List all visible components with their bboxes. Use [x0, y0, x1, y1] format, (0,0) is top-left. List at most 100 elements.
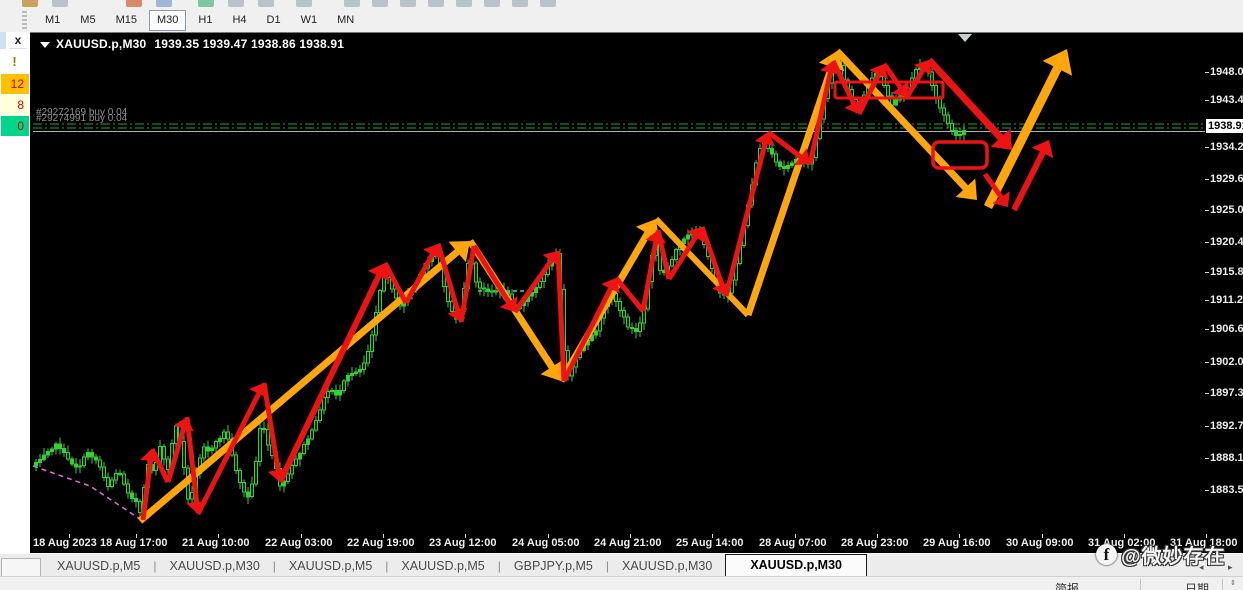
chart-ohlc-values: 1939.35 1939.47 1938.86 1938.91 — [154, 37, 345, 51]
price-axis-tick — [1205, 329, 1209, 330]
toolbar-icon[interactable] — [52, 0, 68, 7]
time-axis-label: 21 Aug 10:00 — [182, 537, 250, 549]
time-axis-label: 18 Aug 2023 — [33, 537, 97, 549]
close-panel-button[interactable]: x — [9, 34, 27, 49]
time-axis-label: 28 Aug 07:00 — [759, 537, 827, 549]
toolbar-icon[interactable] — [372, 0, 388, 7]
current-price-label: 1938.91 — [1206, 119, 1243, 133]
time-axis-tick — [136, 534, 137, 538]
price-axis-tick — [1205, 179, 1209, 180]
toolbar-icon[interactable] — [512, 0, 528, 7]
price-axis-label: 1897.30 — [1210, 387, 1243, 399]
chart-tab-6[interactable]: XAUUSD.p,M30 — [725, 554, 867, 577]
chart-tab-bar: XAUUSD.p,M5 | XAUUSD.p,M30 | XAUUSD.p,M5 | XAU… — [0, 553, 1243, 577]
price-axis-label: 1892.70 — [1210, 420, 1243, 432]
timeframe-button-m30[interactable]: M30 — [148, 9, 187, 31]
time-axis-tick — [1042, 534, 1043, 538]
timeframe-button-h1[interactable]: H1 — [190, 10, 220, 31]
toolbar-icon[interactable] — [258, 0, 274, 7]
chart-dropdown-triangle-icon[interactable] — [40, 42, 50, 48]
price-axis-label: 1883.50 — [1210, 484, 1243, 496]
price-axis-label: 1915.80 — [1210, 266, 1243, 278]
chart-tab-3[interactable]: XAUUSD.p,M5 — [388, 556, 497, 577]
price-axis-tick — [1205, 458, 1209, 459]
price-axis-label: 1948.00 — [1210, 66, 1243, 78]
toolbar-icon[interactable] — [296, 0, 312, 7]
status-bar: 简报 日期 ⇕ — [0, 576, 1243, 590]
price-axis-tick — [1205, 426, 1209, 427]
time-axis-tick — [795, 534, 796, 538]
timeframe-button-d1[interactable]: D1 — [259, 10, 289, 31]
time-axis-label: 28 Aug 23:00 — [841, 537, 909, 549]
signal-count-badge: 8 — [1, 95, 29, 115]
tabs-scroll-right-button[interactable]: ▸ — [1228, 562, 1233, 573]
price-axis-tick — [1205, 490, 1209, 491]
time-axis-tick — [959, 534, 960, 538]
toolbar-icon[interactable] — [400, 0, 416, 7]
timeframe-button-h4[interactable]: H4 — [224, 10, 254, 31]
time-axis-tick — [69, 534, 70, 538]
watermark: f @微妙存在 — [1096, 540, 1226, 569]
time-axis-label: 18 Aug 17:00 — [100, 537, 168, 549]
chart-tab-1[interactable]: XAUUSD.p,M30 — [156, 556, 272, 577]
time-axis-label: 25 Aug 14:00 — [676, 537, 744, 549]
price-axis-label: 1888.10 — [1210, 452, 1243, 464]
status-bar-separator — [1222, 579, 1223, 590]
time-axis-label: 30 Aug 09:00 — [1006, 537, 1074, 549]
time-axis-label: 22 Aug 03:00 — [265, 537, 333, 549]
watermark-handle: @微妙存在 — [1121, 546, 1226, 568]
price-axis-tick — [1205, 272, 1209, 273]
toolbar: M1 M5 M15 M30 H1 H4 D1 W1 MN — [0, 0, 1243, 33]
timeframe-button-w1[interactable]: W1 — [293, 10, 326, 31]
alert-exclamation-icon: ! — [12, 54, 17, 69]
chart-tab-2[interactable]: XAUUSD.p,M5 — [276, 556, 385, 577]
time-axis-tick — [218, 534, 219, 538]
order-label-2: #29274991 buy 0.04 — [36, 113, 128, 124]
time-axis-tick — [465, 534, 466, 538]
signal-count-badge: 0 — [1, 116, 29, 136]
chart-canvas[interactable] — [30, 32, 1243, 554]
timeframe-button-m5[interactable]: M5 — [72, 10, 103, 31]
time-axis-tick — [1124, 534, 1125, 538]
time-axis-tick — [1206, 534, 1207, 538]
price-axis-label: 1906.60 — [1210, 323, 1243, 335]
toolbar-icon[interactable] — [456, 0, 472, 7]
toolbar-icon[interactable] — [344, 0, 360, 7]
toolbar-grip-handle[interactable] — [22, 11, 27, 29]
toolbar-icon[interactable] — [484, 0, 500, 7]
time-axis-tick — [548, 534, 549, 538]
time-axis-tick — [712, 534, 713, 538]
price-axis-label: 1911.20 — [1210, 294, 1243, 306]
time-axis-tick — [301, 534, 302, 538]
price-axis-tick — [1205, 210, 1209, 211]
chart-tab-4[interactable]: GBPJPY.p,M5 — [501, 556, 606, 577]
facebook-icon: f — [1096, 544, 1117, 565]
toolbar-icon[interactable] — [428, 0, 444, 7]
toolbar-icon[interactable] — [22, 0, 38, 7]
price-axis-tick — [1205, 393, 1209, 394]
time-axis-label: 22 Aug 19:00 — [347, 537, 415, 549]
toolbar-icon[interactable] — [126, 0, 142, 7]
time-axis-label: 29 Aug 16:00 — [923, 537, 991, 549]
time-axis-label: 24 Aug 05:00 — [512, 537, 580, 549]
chart-tab-5[interactable]: XAUUSD.p,M30 — [609, 556, 725, 577]
toolbar-icon[interactable] — [228, 0, 244, 7]
timeframe-button-m1[interactable]: M1 — [37, 10, 68, 31]
toolbar-icon[interactable] — [156, 0, 172, 7]
timeframe-button-m15[interactable]: M15 — [108, 10, 145, 31]
chart-title: XAUUSD.p,M30 1939.35 1939.47 1938.86 1938… — [40, 37, 344, 51]
left-panel: x ! 12 8 0 — [0, 32, 31, 589]
toolbar-icon-strip — [0, 0, 1243, 8]
price-axis-tick — [1205, 100, 1209, 101]
status-bar-separator — [1140, 579, 1141, 590]
price-axis-tick — [1205, 242, 1209, 243]
time-axis-tick — [383, 534, 384, 538]
chart-tab-0[interactable]: XAUUSD.p,M5 — [44, 556, 153, 577]
time-axis-tick — [630, 534, 631, 538]
toolbar-icon[interactable] — [198, 0, 214, 7]
time-axis-label: 23 Aug 12:00 — [429, 537, 497, 549]
price-axis-label: 1934.20 — [1210, 141, 1243, 153]
timeframe-button-mn[interactable]: MN — [329, 10, 362, 31]
toolbar-icon[interactable] — [540, 0, 556, 7]
price-axis-tick — [1205, 362, 1209, 363]
